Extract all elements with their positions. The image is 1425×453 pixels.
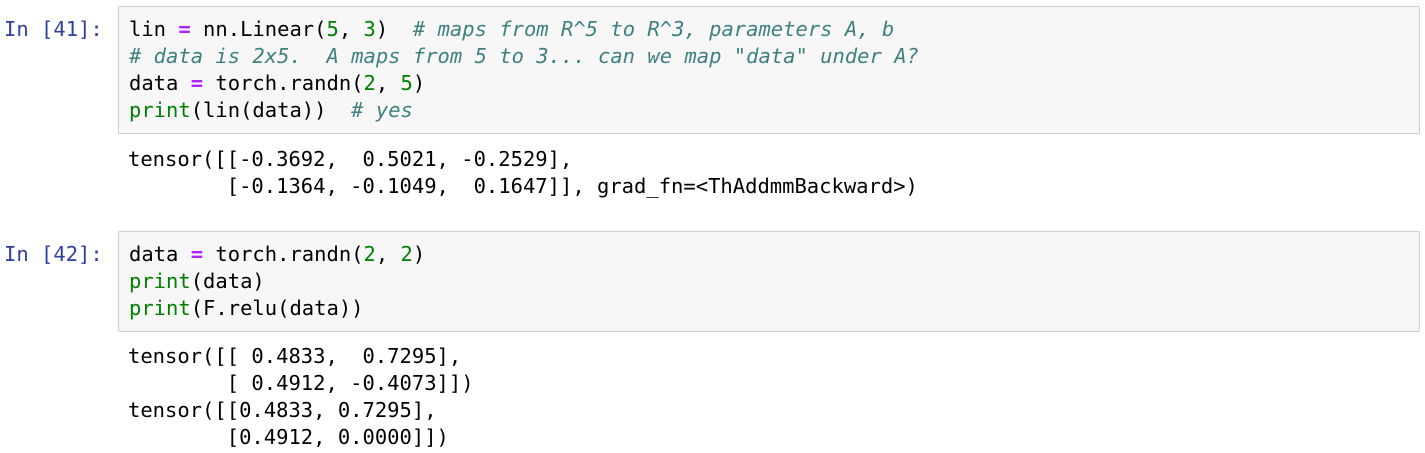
code-token: nn.Linear( <box>190 17 327 41</box>
code-token: = <box>190 242 204 266</box>
code-token: data <box>129 71 179 95</box>
code-line: # data is 2x5. A maps from 5 to 3... can… <box>129 43 919 70</box>
code-line: data = torch.randn(2, 5) <box>129 70 425 97</box>
code-line: print(F.relu(data)) <box>129 295 364 322</box>
code-token: 2 <box>363 71 376 95</box>
output-line: tensor([[ 0.4833, 0.7295], <box>128 344 462 368</box>
code-token: torch.randn( <box>203 71 364 95</box>
code-token: torch.randn( <box>203 242 364 266</box>
code-line: lin = nn.Linear(5, 3) # maps from R^5 to… <box>129 16 894 43</box>
code-token: , <box>338 17 364 41</box>
output-line: tensor([[-0.3692, 0.5021, -0.2529], <box>128 147 573 171</box>
code-line: print(data) <box>129 268 265 295</box>
output-line: tensor([[0.4833, 0.7295], <box>128 398 437 422</box>
code-token: 2 <box>400 242 413 266</box>
code-token: (F.relu(data)) <box>190 296 364 320</box>
code-token: ) <box>412 242 426 266</box>
code-token: # data is 2x5. A maps from 5 to 3... can… <box>129 44 919 68</box>
code-token: 3 <box>363 17 376 41</box>
code-token: # maps from R^5 to R^3, parameters A, b <box>412 17 895 41</box>
code-token: print <box>129 296 191 320</box>
code-token: (data) <box>190 269 265 293</box>
code-token: ) <box>375 17 413 41</box>
code-input-area[interactable]: data = torch.randn(2, 2) print(data) pri… <box>118 231 1420 332</box>
code-token: # yes <box>351 98 413 122</box>
code-token: lin <box>129 17 167 41</box>
code-line: data = torch.randn(2, 2) <box>129 241 425 268</box>
code-token: 5 <box>326 17 339 41</box>
input-prompt: In [41]: <box>4 17 103 41</box>
code-token: ) <box>412 71 426 95</box>
code-token: 5 <box>400 71 413 95</box>
code-token: data <box>129 242 179 266</box>
code-token: print <box>129 98 191 122</box>
code-token: = <box>178 17 191 41</box>
output-line: [-0.1364, -0.1049, 0.1647]], grad_fn=<Th… <box>128 174 918 198</box>
code-input-area[interactable]: lin = nn.Linear(5, 3) # maps from R^5 to… <box>118 6 1420 134</box>
code-token: print <box>129 269 191 293</box>
code-token: , <box>375 242 401 266</box>
output-line: [ 0.4912, -0.4073]]) <box>128 371 474 395</box>
output-line: [0.4912, 0.0000]]) <box>128 425 449 449</box>
code-line: print(lin(data)) # yes <box>129 97 413 124</box>
code-token: , <box>375 71 401 95</box>
code-token: 2 <box>363 242 376 266</box>
code-token: (lin(data)) <box>190 98 352 122</box>
input-prompt: In [42]: <box>4 242 103 266</box>
code-token: = <box>190 71 204 95</box>
